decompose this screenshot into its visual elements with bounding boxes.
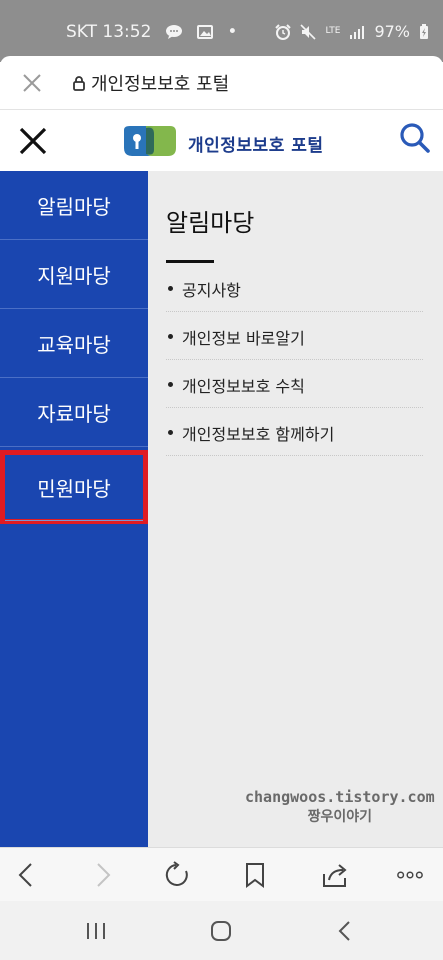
search-icon[interactable] <box>397 120 433 156</box>
bullet <box>168 382 173 387</box>
nav-item-label: 자료마당 <box>37 401 111 426</box>
refresh-icon[interactable] <box>164 861 192 889</box>
image-icon <box>197 25 214 39</box>
carrier-time: SKT 13:52 <box>66 22 152 42</box>
section-title: 알림마당 <box>166 209 255 237</box>
status-left: SKT 13:52 • <box>66 22 237 42</box>
submenu-item-label: 개인정보보호 수칙 <box>182 376 305 396</box>
nav-item-label: 지원마당 <box>37 263 111 288</box>
recent-apps-icon[interactable] <box>84 919 108 943</box>
watermark-name: 짱우이야기 <box>307 809 373 825</box>
watermark: changwoos.tistory.com 짱우이야기 <box>245 788 435 826</box>
network-label: LTE <box>325 26 341 36</box>
battery-percent: 97% <box>374 22 410 41</box>
back-icon[interactable] <box>12 861 40 889</box>
bullet <box>168 286 173 291</box>
chat-icon <box>165 24 183 40</box>
browser-toolbar <box>0 847 443 901</box>
status-bar: SKT 13:52 • LTE 97% <box>0 0 443 62</box>
site-logo[interactable]: 개인정보보호 포털 <box>122 124 324 162</box>
browser-title-text: 개인정보보호 포털 <box>91 74 230 95</box>
nav-item-resources[interactable]: 자료마당 <box>0 378 148 447</box>
nav-item-support[interactable]: 지원마당 <box>0 240 148 309</box>
mute-icon <box>300 23 317 40</box>
lock-icon <box>72 75 86 91</box>
system-back-icon[interactable] <box>333 919 357 943</box>
close-icon[interactable] <box>20 71 44 95</box>
submenu-item-label: 공지사항 <box>182 280 241 300</box>
system-nav-bar <box>0 901 443 960</box>
bookmark-icon[interactable] <box>241 861 269 889</box>
logo-text: 개인정보보호 포털 <box>188 135 324 156</box>
browser-bar: 개인정보보호 포털 <box>0 56 443 110</box>
watermark-url: changwoos.tistory.com <box>245 788 435 806</box>
submenu-item-privacy-together[interactable]: 개인정보보호 함께하기 <box>166 408 423 456</box>
menu-close-icon[interactable] <box>18 126 48 156</box>
nav-item-label: 민원마당 <box>5 453 143 521</box>
nav-item-education[interactable]: 교육마당 <box>0 309 148 378</box>
site-header: 개인정보보호 포털 <box>0 110 443 171</box>
more-icon[interactable] <box>396 861 424 889</box>
signal-icon <box>349 25 365 39</box>
left-nav: 알림마당 지원마당 교육마당 자료마당 민원마당 <box>0 171 148 847</box>
submenu-item-announcements[interactable]: 공지사항 <box>166 264 423 312</box>
submenu-item-privacy-info[interactable]: 개인정보 바로알기 <box>166 312 423 360</box>
title-underline <box>166 260 214 263</box>
nav-item-notice[interactable]: 알림마당 <box>0 171 148 240</box>
submenu-item-label: 개인정보 바로알기 <box>182 328 305 348</box>
status-right: LTE 97% <box>275 22 429 41</box>
submenu-item-privacy-rules[interactable]: 개인정보보호 수칙 <box>166 360 423 408</box>
submenu-item-label: 개인정보보호 함께하기 <box>182 424 335 444</box>
battery-charging-icon <box>419 23 429 40</box>
bullet <box>168 430 173 435</box>
nav-item-label: 교육마당 <box>37 332 111 357</box>
share-icon[interactable] <box>321 861 349 889</box>
status-dot: • <box>227 22 238 42</box>
browser-page-title[interactable]: 개인정보보호 포털 <box>72 70 229 96</box>
submenu-panel: 알림마당 공지사항 개인정보 바로알기 개인정보보호 수칙 개인정보보호 함께하… <box>148 171 443 847</box>
bullet <box>168 334 173 339</box>
home-icon[interactable] <box>209 919 233 943</box>
forward-icon[interactable] <box>89 861 117 889</box>
submenu-list: 공지사항 개인정보 바로알기 개인정보보호 수칙 개인정보보호 함께하기 <box>166 264 423 456</box>
nav-item-civil-petition[interactable]: 민원마당 <box>0 450 148 524</box>
alarm-icon <box>275 23 292 40</box>
nav-item-label: 알림마당 <box>37 194 111 219</box>
logo-mark-icon <box>122 124 178 162</box>
